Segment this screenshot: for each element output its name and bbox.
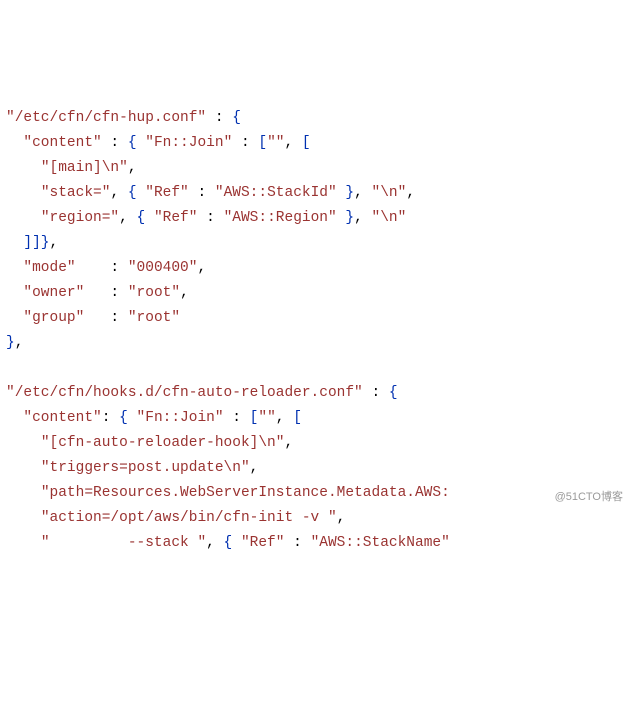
token: "stack=": [41, 185, 111, 201]
token: "content": [23, 135, 101, 151]
token: "root": [128, 285, 180, 301]
token: :: [84, 310, 128, 326]
token: ,: [50, 235, 59, 251]
token: ,: [354, 210, 371, 226]
token: "\n": [372, 210, 407, 226]
token: [: [258, 135, 267, 151]
token: [6, 485, 41, 501]
token: ,: [180, 285, 189, 301]
token: {: [119, 410, 128, 426]
token: :: [206, 110, 232, 126]
token: "mode": [23, 260, 75, 276]
token: ,: [276, 410, 293, 426]
token: :: [76, 260, 128, 276]
token: :: [84, 285, 128, 301]
watermark: @51CTO博客: [555, 485, 623, 510]
token: :: [284, 535, 310, 551]
token: [6, 210, 41, 226]
token: [6, 135, 23, 151]
token: ,: [15, 335, 24, 351]
token: [6, 460, 41, 476]
token: "owner": [23, 285, 84, 301]
token: [145, 210, 154, 226]
token: "Fn::Join": [137, 410, 224, 426]
token: "Ref": [241, 535, 285, 551]
token: [232, 535, 241, 551]
token: :: [197, 210, 223, 226]
token: {: [224, 535, 233, 551]
token: [137, 185, 146, 201]
code-block: "/etc/cfn/cfn-hup.conf" : { "content" : …: [6, 106, 627, 556]
token: [6, 160, 41, 176]
token: ,: [206, 535, 223, 551]
token: [6, 310, 23, 326]
token: ,: [354, 185, 371, 201]
token: "Ref": [145, 185, 189, 201]
token: "000400": [128, 260, 198, 276]
token: }: [345, 185, 354, 201]
token: ]]}: [23, 235, 49, 251]
token: [128, 410, 137, 426]
token: "AWS::StackName": [311, 535, 450, 551]
token: [6, 285, 23, 301]
token: ,: [197, 260, 206, 276]
token: "/etc/cfn/hooks.d/cfn-auto-reloader.conf…: [6, 385, 363, 401]
token: "AWS::Region": [224, 210, 337, 226]
token: [6, 410, 23, 426]
token: " --stack ": [41, 535, 206, 551]
token: :: [102, 135, 128, 151]
token: "\n": [372, 185, 407, 201]
token: :: [363, 385, 389, 401]
token: [: [293, 410, 302, 426]
token: {: [137, 210, 146, 226]
token: "": [267, 135, 284, 151]
token: :: [224, 410, 250, 426]
token: {: [389, 385, 398, 401]
token: "path=Resources.WebServerInstance.Metada…: [41, 485, 450, 501]
token: "": [258, 410, 275, 426]
token: [: [302, 135, 311, 151]
token: "root": [128, 310, 180, 326]
token: "region=": [41, 210, 119, 226]
token: }: [345, 210, 354, 226]
token: ,: [250, 460, 259, 476]
token: [137, 135, 146, 151]
token: ,: [284, 135, 301, 151]
token: [6, 260, 23, 276]
token: ,: [119, 210, 136, 226]
token: [6, 185, 41, 201]
token: ,: [284, 435, 293, 451]
token: :: [232, 135, 258, 151]
token: "[cfn-auto-reloader-hook]\n": [41, 435, 285, 451]
token: [6, 535, 41, 551]
token: "group": [23, 310, 84, 326]
token: {: [128, 185, 137, 201]
token: "AWS::StackId": [215, 185, 337, 201]
token: "content": [23, 410, 101, 426]
token: "Fn::Join": [145, 135, 232, 151]
token: [6, 235, 23, 251]
token: [6, 435, 41, 451]
token: ,: [406, 185, 415, 201]
token: "/etc/cfn/cfn-hup.conf": [6, 110, 206, 126]
token: [6, 360, 15, 376]
token: ,: [128, 160, 137, 176]
token: :: [102, 410, 119, 426]
token: "[main]\n": [41, 160, 128, 176]
token: ,: [337, 510, 346, 526]
token: {: [232, 110, 241, 126]
token: "Ref": [154, 210, 198, 226]
token: "action=/opt/aws/bin/cfn-init -v ": [41, 510, 337, 526]
token: }: [6, 335, 15, 351]
token: {: [128, 135, 137, 151]
token: "triggers=post.update\n": [41, 460, 250, 476]
token: :: [189, 185, 215, 201]
token: [6, 510, 41, 526]
token: ,: [110, 185, 127, 201]
